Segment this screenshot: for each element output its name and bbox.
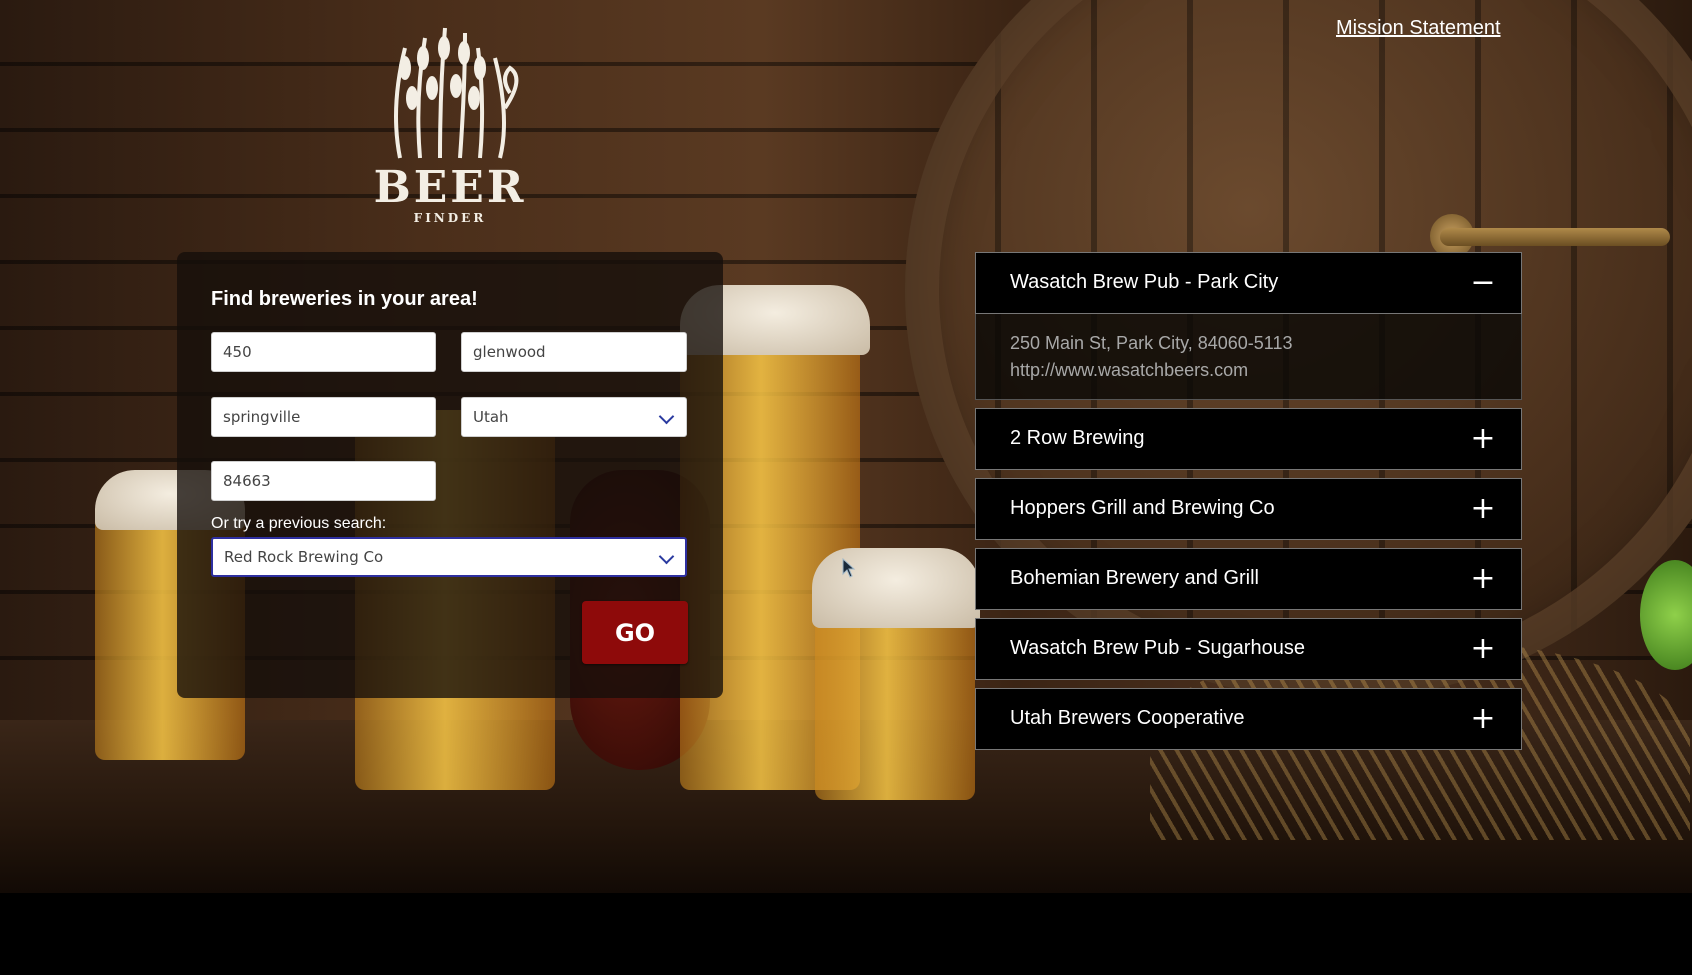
result-header[interactable]: Utah Brewers Cooperative + <box>975 688 1522 750</box>
bottom-bar <box>0 893 1692 975</box>
search-title: Find breweries in your area! <box>211 288 478 310</box>
result-title: Wasatch Brew Pub - Sugarhouse <box>1010 637 1305 659</box>
background-tap <box>1440 228 1670 246</box>
logo-subtitle-text: FINDER <box>413 211 487 225</box>
result-header[interactable]: Wasatch Brew Pub - Sugarhouse + <box>975 618 1522 680</box>
expand-icon[interactable]: + <box>1467 559 1499 599</box>
collapse-icon[interactable]: − <box>1467 263 1499 303</box>
result-title: Wasatch Brew Pub - Park City <box>1010 271 1279 293</box>
state-select[interactable]: Utah <box>461 397 687 437</box>
expand-icon[interactable]: + <box>1467 629 1499 669</box>
state-select-value: Utah <box>473 408 509 426</box>
result-website[interactable]: http://www.wasatchbeers.com <box>1010 357 1521 384</box>
result-item: Hoppers Grill and Brewing Co + <box>975 478 1522 540</box>
previous-search-select[interactable]: Red Rock Brewing Co <box>211 537 687 577</box>
street-number-input[interactable] <box>211 332 436 372</box>
result-item: Wasatch Brew Pub - Sugarhouse + <box>975 618 1522 680</box>
chevron-down-icon <box>658 548 675 565</box>
result-title: Bohemian Brewery and Grill <box>1010 567 1259 589</box>
go-button[interactable]: GO <box>582 601 688 664</box>
result-title: 2 Row Brewing <box>1010 427 1145 449</box>
result-item: 2 Row Brewing + <box>975 408 1522 470</box>
page: BEER FINDER Mission Statement Find brewe… <box>0 0 1692 975</box>
search-panel: Find breweries in your area! Utah Or try… <box>177 252 723 698</box>
street-name-input[interactable] <box>461 332 687 372</box>
result-header[interactable]: Wasatch Brew Pub - Park City − <box>975 252 1522 314</box>
chevron-down-icon <box>658 408 675 425</box>
result-title: Utah Brewers Cooperative <box>1010 707 1245 729</box>
result-item: Utah Brewers Cooperative + <box>975 688 1522 750</box>
zip-input[interactable] <box>211 461 436 501</box>
previous-search-label: Or try a previous search: <box>211 515 387 532</box>
result-item: Wasatch Brew Pub - Park City − 250 Main … <box>975 252 1522 400</box>
result-header[interactable]: Hoppers Grill and Brewing Co + <box>975 478 1522 540</box>
results-list: Wasatch Brew Pub - Park City − 250 Main … <box>975 252 1522 758</box>
beer-finder-logo: BEER FINDER <box>360 18 540 225</box>
result-header[interactable]: Bohemian Brewery and Grill + <box>975 548 1522 610</box>
result-address: 250 Main St, Park City, 84060-5113 <box>1010 333 1293 353</box>
wheat-icon <box>394 27 519 159</box>
mission-statement-link[interactable]: Mission Statement <box>1336 17 1501 40</box>
result-details: 250 Main St, Park City, 84060-5113 http:… <box>975 314 1522 400</box>
expand-icon[interactable]: + <box>1467 419 1499 459</box>
expand-icon[interactable]: + <box>1467 489 1499 529</box>
mouse-cursor-icon <box>842 558 856 578</box>
expand-icon[interactable]: + <box>1467 699 1499 739</box>
city-input[interactable] <box>211 397 436 437</box>
background-foam <box>812 548 980 628</box>
result-header[interactable]: 2 Row Brewing + <box>975 408 1522 470</box>
previous-search-value: Red Rock Brewing Co <box>224 548 384 566</box>
result-title: Hoppers Grill and Brewing Co <box>1010 497 1275 519</box>
background-beer-mug-small <box>815 600 975 800</box>
result-item: Bohemian Brewery and Grill + <box>975 548 1522 610</box>
logo-brand-text: BEER <box>373 162 527 213</box>
